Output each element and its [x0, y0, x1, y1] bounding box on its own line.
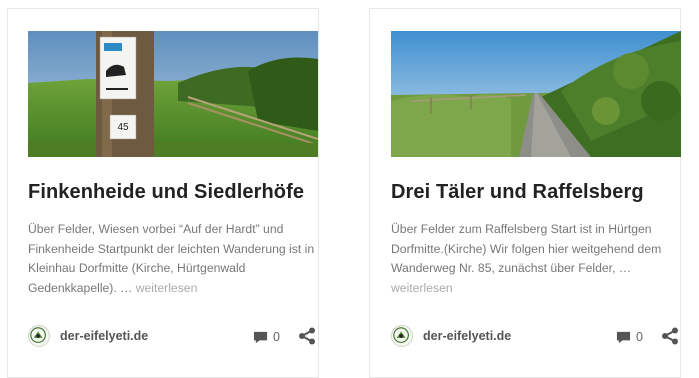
comment-count: 0	[273, 330, 280, 344]
avatar-logo	[30, 327, 46, 343]
avatar[interactable]	[391, 325, 413, 347]
post-excerpt-text: Über Felder zum Raffelsberg Start ist in…	[391, 222, 662, 275]
comment-count: 0	[636, 330, 643, 344]
comment-icon	[253, 331, 268, 343]
avatar-logo	[393, 327, 409, 343]
comments-link[interactable]: 0	[616, 327, 643, 347]
share-icon	[299, 327, 315, 345]
post-title[interactable]: Drei Täler und Raffelsberg	[391, 181, 676, 204]
post-card: Drei Täler und Raffelsberg Über Felder z…	[369, 8, 681, 378]
share-icon	[662, 327, 678, 345]
avatar[interactable]	[28, 325, 50, 347]
post-thumbnail[interactable]: 45	[28, 31, 318, 157]
post-excerpt: Über Felder, Wiesen vorbei “Auf der Hard…	[28, 220, 320, 298]
trail-number-label: 45	[117, 122, 129, 133]
post-thumbnail[interactable]	[391, 31, 681, 157]
author-name[interactable]: der-eifelyeti.de	[423, 329, 511, 343]
post-thumbnail-image	[391, 31, 681, 157]
read-more-link[interactable]: weiterlesen	[136, 281, 198, 295]
author-name[interactable]: der-eifelyeti.de	[60, 329, 148, 343]
post-meta: der-eifelyeti.de 0	[391, 324, 681, 348]
post-excerpt: Über Felder zum Raffelsberg Start ist in…	[391, 220, 683, 298]
post-meta: der-eifelyeti.de 0	[28, 324, 318, 348]
comments-link[interactable]: 0	[253, 327, 280, 347]
share-button[interactable]	[661, 327, 679, 345]
share-button[interactable]	[298, 327, 316, 345]
read-more-link[interactable]: weiterlesen	[391, 281, 453, 295]
post-title[interactable]: Finkenheide und Siedlerhöfe	[28, 181, 313, 204]
post-card: 45 Finkenheide und Siedlerhöfe Über Feld…	[7, 8, 319, 378]
post-thumbnail-image: 45	[28, 31, 318, 157]
comment-icon	[616, 331, 631, 343]
